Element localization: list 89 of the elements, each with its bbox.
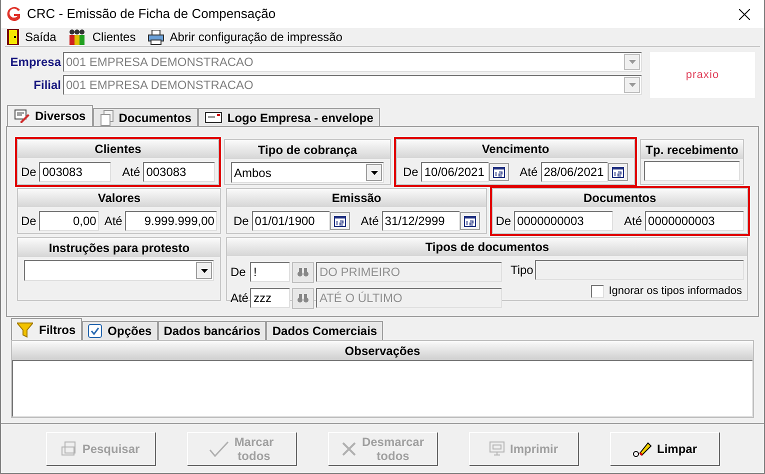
input-field[interactable]: 10/06/2021 [421,162,489,182]
funnel-icon [17,322,33,338]
dropdown-arrow-icon [370,170,378,174]
action-button[interactable]: Limpar [610,432,720,466]
input-field[interactable]: 0,00 [39,211,100,231]
close-icon [738,8,750,20]
group-header: Vencimento [397,140,634,158]
input-field[interactable] [535,260,744,280]
checkmark-icon [209,440,230,456]
field-label: De [21,214,36,228]
input-field[interactable] [644,161,740,181]
dropdown[interactable]: Ambos [231,162,384,183]
find-button[interactable] [292,288,314,308]
checkbox-label: Ignorar os tipos informados [608,284,742,299]
calendar-button[interactable] [330,212,350,230]
tab[interactable]: Opções [82,321,158,340]
input-field[interactable]: 28/06/2021 [540,162,608,182]
input-field[interactable]: 0000000003 [514,211,614,231]
calendar-button[interactable] [460,212,480,230]
calendar-button[interactable] [608,163,628,181]
group-header: Tipos de documentos [227,238,747,256]
envelope-icon [205,112,222,123]
field-label: De [230,265,246,279]
field-label: Tipo [510,262,534,279]
app-logo-icon [6,6,22,22]
monitor-icon [488,440,505,456]
find-button[interactable] [292,262,314,282]
group-header: Clientes [18,140,218,158]
checkbox[interactable] [590,284,604,298]
input-field[interactable]: 31/12/2999 [382,211,460,231]
field-label: Até [122,165,140,179]
group-header: Tipo de cobrança [225,140,390,159]
input-field[interactable]: 9.999.999,00 [125,211,218,231]
tab[interactable]: Dados bancários [158,321,266,340]
toolbar-button[interactable]: Saída [7,28,56,46]
field-label: Empresa [9,54,61,71]
calendar-icon [334,216,346,226]
combo-box[interactable]: 001 EMPRESA DEMONSTRACAO [63,52,642,72]
binoculars-icon [297,293,310,303]
field-label: De [233,214,249,228]
document-icon [61,440,78,456]
observations-field[interactable] [12,360,753,417]
calendar-button[interactable] [488,163,509,181]
input-field[interactable]: 003083 [39,162,112,182]
input-field[interactable]: zzz [250,288,290,308]
field-label: Até [520,165,538,179]
field-label: Até [624,214,642,228]
tab[interactable]: Diversos [7,105,93,126]
eraser-icon [632,440,652,456]
cross-icon [340,440,357,456]
window-title: CRC - Emissão de Ficha de Compensação [27,5,277,24]
people-icon [68,29,86,45]
door-icon [7,29,19,45]
field-label: Filial [32,77,61,94]
input-field[interactable]: 0000000003 [645,211,744,231]
dropdown-arrow-icon [628,83,636,87]
field-label: Até [230,291,248,305]
printer-icon [148,30,164,44]
dropdown-arrow-icon [200,268,208,272]
field-label: De [496,214,512,228]
field-label: De [21,165,36,179]
dropdown-arrow-icon [628,60,636,64]
group-header: Documentos [492,189,747,207]
field-label: Até [104,214,122,228]
tab[interactable]: Documentos [92,108,198,126]
binoculars-icon [297,267,310,277]
tab[interactable]: Logo Empresa - envelope [198,108,380,126]
field-label: De [403,165,418,179]
group-header: Emissão [227,189,486,207]
input-field[interactable]: ! [250,262,290,282]
panel-header: Observações [12,341,753,360]
tab[interactable]: Filtros [11,318,82,340]
toolbar-button[interactable]: Clientes [68,28,136,46]
combo-box[interactable]: 001 EMPRESA DEMONSTRACAO [63,75,642,95]
calendar-icon [612,166,624,178]
dropdown[interactable] [24,260,214,281]
logo-text: praxio [686,68,720,83]
calendar-icon [464,216,476,226]
input-field[interactable]: 01/01/1900 [252,211,330,231]
group-header: Valores [18,189,220,207]
toolbar-button[interactable]: Abrir configuração de impressão [148,28,342,46]
notepad-pencil-icon [14,109,30,123]
input-field[interactable]: 003083 [143,162,216,182]
group-header: Instruções para protesto [18,238,220,257]
tab[interactable]: Dados Comerciais [266,321,384,340]
checkbox-icon [88,324,102,338]
group-header: Tp. recebimento [641,140,743,159]
calendar-icon [492,166,505,178]
field-label: Até [360,214,379,228]
